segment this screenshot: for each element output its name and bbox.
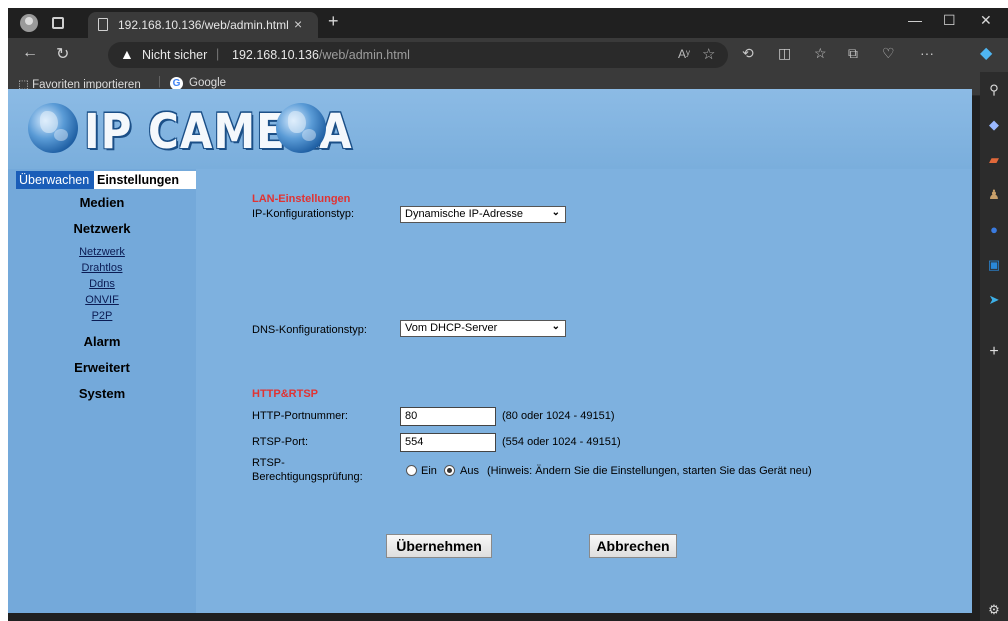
send-icon[interactable]: ➤: [986, 292, 1002, 308]
rtsp-auth-off-label[interactable]: Aus: [460, 465, 479, 477]
collections-icon[interactable]: ⧉: [848, 45, 858, 62]
browser-sidebar: ⚲ ◆ ▰ ♟ ● ▣ ➤ + ⚙: [980, 72, 1008, 621]
tab-bar: 192.168.10.136/web/admin.html × + — ☐ ✕: [8, 8, 1008, 38]
extensions-icon[interactable]: ⟲: [742, 45, 754, 62]
rtsp-port-hint: (554 oder 1024 - 49151): [502, 436, 621, 448]
address-separator: |: [216, 47, 220, 61]
url-host: 192.168.10.136: [232, 48, 319, 62]
nav-netzwerk[interactable]: Netzwerk: [8, 221, 196, 236]
maximize-icon[interactable]: ☐: [943, 12, 956, 29]
nav-sub-netzwerk[interactable]: Netzwerk: [8, 246, 196, 258]
rtsp-port-input[interactable]: 554: [400, 433, 496, 452]
outlook-icon[interactable]: ▣: [986, 257, 1002, 273]
dns-config-value: Vom DHCP-Server: [405, 322, 498, 334]
browser-essentials-icon[interactable]: ♡: [882, 45, 895, 62]
copilot-icon[interactable]: ◆: [980, 43, 992, 63]
ip-config-select[interactable]: Dynamische IP-Adresse ⌄: [400, 206, 566, 223]
split-screen-icon[interactable]: ◫: [778, 45, 791, 62]
url-text[interactable]: 192.168.10.136/web/admin.html: [232, 48, 410, 62]
rtsp-auth-label-line1: RTSP-: [252, 457, 285, 469]
dns-config-select[interactable]: Vom DHCP-Server ⌄: [400, 320, 566, 337]
favorites-google-link[interactable]: Google: [189, 77, 226, 89]
tab-settings[interactable]: Einstellungen: [94, 171, 200, 189]
tab-title: 192.168.10.136/web/admin.html: [118, 18, 289, 32]
rtsp-auth-off-radio[interactable]: [444, 465, 455, 476]
profile-avatar-icon[interactable]: [20, 14, 38, 32]
favorites-icon[interactable]: ☆: [814, 45, 827, 62]
nav-sub-onvif[interactable]: ONVIF: [8, 294, 196, 306]
favorite-star-icon[interactable]: ☆: [702, 45, 715, 63]
browser-toolbar: ← ↻ ▲ Nicht sicher | 192.168.10.136/web/…: [8, 38, 1008, 72]
settings-content: LAN-Einstellungen IP-Konfigurationstyp: …: [196, 169, 972, 613]
sidebar-settings-icon[interactable]: ⚙: [986, 602, 1002, 618]
address-bar[interactable]: ▲ Nicht sicher | 192.168.10.136/web/admi…: [108, 42, 728, 68]
http-port-hint: (80 oder 1024 - 49151): [502, 410, 615, 422]
rtsp-port-label: RTSP-Port:: [252, 436, 309, 448]
nav-system[interactable]: System: [8, 386, 196, 401]
http-port-input[interactable]: 80: [400, 407, 496, 426]
rtsp-auth-on-label[interactable]: Ein: [421, 465, 437, 477]
rtsp-auth-label-line2: Berechtigungsprüfung:: [252, 471, 363, 483]
cancel-button[interactable]: Abbrechen: [589, 534, 677, 558]
rtsp-auth-on-radio[interactable]: [406, 465, 417, 476]
games-icon[interactable]: ♟: [986, 187, 1002, 203]
http-rtsp-section-title: HTTP&RTSP: [252, 388, 318, 400]
dns-config-label: DNS-Konfigurationstyp:: [252, 324, 367, 336]
new-tab-button[interactable]: +: [328, 11, 339, 32]
favorites-separator: |: [158, 76, 161, 88]
minimize-icon[interactable]: —: [908, 12, 922, 28]
chevron-down-icon: ⌄: [551, 321, 560, 332]
page-icon: [98, 18, 108, 31]
lan-section-title: LAN-Einstellungen: [252, 193, 351, 205]
nav-alarm[interactable]: Alarm: [8, 334, 196, 349]
chevron-down-icon: ⌄: [551, 207, 560, 218]
nav-sub-p2p[interactable]: P2P: [8, 310, 196, 322]
nav-sub-ddns[interactable]: Ddns: [8, 278, 196, 290]
tab-actions-icon[interactable]: [52, 17, 64, 29]
browser-tab[interactable]: 192.168.10.136/web/admin.html ×: [88, 12, 318, 38]
read-aloud-icon[interactable]: Aʸ: [678, 47, 690, 61]
apply-button[interactable]: Übernehmen: [386, 534, 492, 558]
globe-icon: [28, 103, 78, 153]
more-menu-icon[interactable]: ···: [920, 45, 934, 61]
shopping-tag-icon[interactable]: ◆: [986, 117, 1002, 133]
nav-sub-drahtlos[interactable]: Drahtlos: [8, 262, 196, 274]
tab-monitoring[interactable]: Überwachen: [16, 171, 94, 189]
nav-medien[interactable]: Medien: [8, 195, 196, 210]
ip-config-label: IP-Konfigurationstyp:: [252, 208, 355, 220]
refresh-icon[interactable]: ↻: [56, 44, 69, 64]
back-icon[interactable]: ←: [22, 44, 38, 62]
nav-erweitert[interactable]: Erweitert: [8, 360, 196, 375]
window-close-icon[interactable]: ✕: [980, 12, 992, 29]
header-banner: IP CAMERA: [8, 89, 972, 169]
ip-config-value: Dynamische IP-Adresse: [405, 208, 523, 220]
url-path: /web/admin.html: [318, 48, 410, 62]
search-icon[interactable]: ⚲: [986, 82, 1002, 98]
web-page: IP CAMERA Überwachen Einstellungen Medie…: [8, 89, 972, 613]
security-label[interactable]: Nicht sicher: [142, 48, 207, 62]
tools-icon[interactable]: ▰: [986, 152, 1002, 168]
globe-icon: [276, 103, 326, 153]
rtsp-auth-hint: (Hinweis: Ändern Sie die Einstellungen, …: [487, 465, 812, 477]
microsoft-365-icon[interactable]: ●: [986, 222, 1002, 238]
left-navigation: Überwachen Einstellungen Medien Netzwerk…: [8, 169, 200, 613]
tab-close-icon[interactable]: ×: [294, 16, 302, 32]
add-sidebar-app-icon[interactable]: +: [986, 344, 1002, 360]
warning-icon[interactable]: ▲: [120, 46, 134, 62]
http-port-label: HTTP-Portnummer:: [252, 410, 348, 422]
